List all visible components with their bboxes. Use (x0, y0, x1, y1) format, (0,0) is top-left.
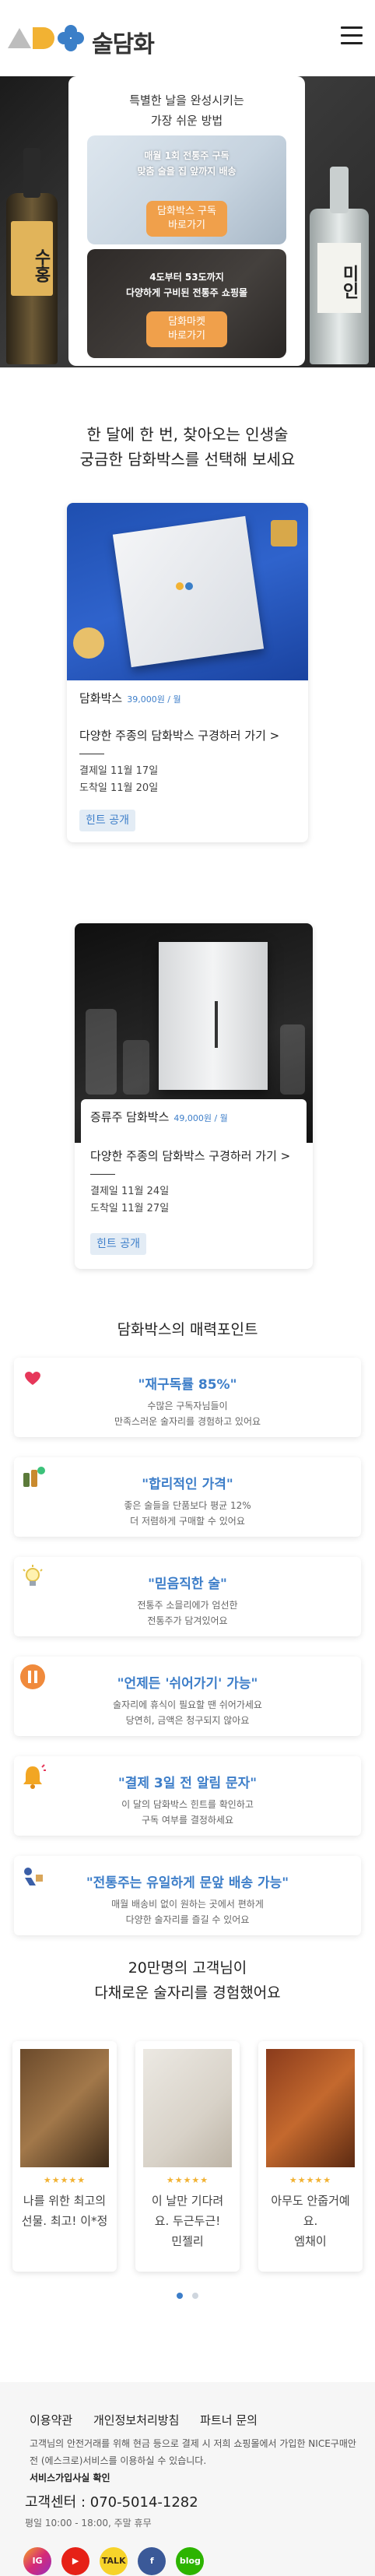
privacy-link[interactable]: 개인정보처리방침 (93, 2413, 179, 2427)
product-dates: 결제일 11월 17일 도착일 11월 20일 (79, 765, 159, 794)
review-text: 아무도 안줍거예 요. 엠채이 (271, 2194, 350, 2248)
review-card[interactable]: ★★★★★ 나를 위한 최고의 선물. 최고! 이*정 (12, 2041, 117, 2272)
kakaotalk-icon[interactable]: TALK (100, 2547, 128, 2575)
review-card[interactable]: ★★★★★ 아무도 안줍거예 요. 엠채이 (258, 2041, 363, 2272)
logo-text: 술담화 (92, 31, 155, 58)
hero-title: 특별한 날을 완성시키는 가장 쉬운 방법 (129, 93, 244, 128)
site-footer: 이용약관 개인정보처리방침 파트너 문의 고객님의 안전거래를 위해 현금 등으… (0, 2382, 375, 2576)
hint-button[interactable]: 힌트 공개 (79, 810, 135, 831)
footer-escrow-text: 고객님의 안전거래를 위해 현금 등으로 결제 시 저희 쇼핑몰에서 가입한 N… (30, 2438, 356, 2483)
review-image (20, 2049, 109, 2167)
product-card-distilled[interactable]: 증류주 담화박스 49,000원 / 월 다양한 주종의 담화박스 구경하러 가기… (75, 923, 313, 1269)
product-price: 49,000원 / 월 (173, 1113, 228, 1123)
promo-market-line1: 4도부터 53도까지 (149, 272, 224, 283)
site-header: 술담화 (0, 0, 375, 76)
point-card: "합리적인 가격" 좋은 술들을 단품보다 평균 12% 더 저렴하게 구매할 수… (14, 1457, 361, 1537)
logo-triangle-icon (8, 28, 31, 48)
promo-market-line2: 다양하게 구비된 전통주 쇼핑몰 (125, 287, 248, 298)
product-name: 담화박스 39,000원 / 월 (79, 691, 181, 705)
subscribe-section-title: 한 달에 한 번, 찾아오는 인생술 궁금한 담화박스를 선택해 보세요 (79, 425, 296, 469)
promo-subscribe-line1: 매월 1회 전통주 구독 (144, 150, 230, 161)
naver-blog-icon[interactable]: blog (176, 2547, 205, 2575)
product-card-damhwa[interactable]: 담화박스 39,000원 / 월 다양한 주종의 담화박스 구경하러 가기 > 결… (67, 503, 308, 842)
bottle-left-label: 수홍 (11, 221, 53, 296)
carousel-dots (0, 2287, 375, 2302)
carousel-dot[interactable] (191, 2293, 198, 2299)
hero-card: 특별한 날을 완성시키는 가장 쉬운 방법 매월 1회 전통주 구독 맞춤 술을… (68, 76, 305, 366)
promo-market[interactable]: 4도부터 53도까지 다양하게 구비된 전통주 쇼핑몰 담화마켓 바로가기 (87, 249, 286, 358)
hamburger-menu-icon[interactable] (341, 26, 363, 45)
point-card: "결제 3일 전 알림 문자" 이 달의 담화박스 힌트를 확인하고 구독 여부를… (14, 1756, 361, 1836)
bottle-right-image: 미인 (310, 167, 369, 364)
product-detail-link[interactable]: 다양한 주종의 담화박스 구경하러 가기 > (90, 1147, 290, 1164)
partner-link[interactable]: 파트너 문의 (200, 2413, 258, 2427)
product-dates: 결제일 11월 24일 도착일 11월 27일 (90, 1186, 170, 1214)
reviews-section-title: 20만명의 고객님이 다채로운 술자리를 경험했어요 (94, 1959, 281, 2001)
review-text: 이 날만 기다려 요. 두근두근! 민젤리 (151, 2194, 224, 2248)
review-image (266, 2049, 355, 2167)
rating-stars: ★★★★★ (166, 2175, 209, 2185)
logo-flower-icon (58, 25, 84, 51)
points-section-title: 담화박스의 매력포인트 (117, 1321, 258, 1338)
product-image-damhwa (67, 503, 308, 680)
social-links: IG ▶ TALK f blog (23, 2547, 210, 2575)
product-price: 39,000원 / 월 (127, 694, 181, 705)
escrow-confirm-link[interactable]: 서비스가입사실 확인 (30, 2472, 110, 2483)
rating-stars: ★★★★★ (43, 2175, 86, 2185)
point-card: "재구독률 85%" 수많은 구독자님들이 만족스러운 술자리를 경험하고 있어요 (14, 1358, 361, 1437)
promo-subscribe[interactable]: 매월 1회 전통주 구독 맞춤 술을 집 앞까지 배송 담화박스 구독 바로가기 (87, 135, 286, 244)
point-card: "믿음직한 술" 전통주 소믈리에가 엄선한 전통주가 담겨있어요 (14, 1557, 361, 1636)
logo-halfcircle-icon (33, 27, 54, 49)
point-card: "언제든 '쉬어가기' 가능" 술자리에 휴식이 필요할 땐 쉬어가세요 당연히,… (14, 1657, 361, 1736)
product-name: 증류주 담화박스 49,000원 / 월 (90, 1110, 228, 1124)
subscribe-button[interactable]: 담화박스 구독 바로가기 (146, 201, 227, 237)
hero-banner: 수홍 미인 특별한 날을 완성시키는 가장 쉬운 방법 매월 1회 전통주 구독… (0, 76, 375, 367)
instagram-icon[interactable]: IG (23, 2547, 51, 2575)
box-logo-icon (176, 578, 196, 598)
product-detail-link[interactable]: 다양한 주종의 담화박스 구경하러 가기 > (79, 727, 279, 743)
market-button[interactable]: 담화마켓 바로가기 (146, 311, 227, 347)
business-hours: 평일 10:00 - 18:00, 주말 휴무 (25, 2518, 152, 2529)
facebook-icon[interactable]: f (138, 2547, 166, 2575)
review-image (143, 2049, 232, 2167)
hint-button[interactable]: 힌트 공개 (90, 1233, 146, 1255)
customer-center: 고객센터 : 070-5014-1282 (25, 2494, 198, 2511)
terms-link[interactable]: 이용약관 (30, 2413, 72, 2427)
logo[interactable]: 술담화 (8, 20, 171, 58)
point-card: "전통주는 유일하게 문앞 배송 가능" 매월 배송비 없이 원하는 곳에서 편… (14, 1856, 361, 1935)
bottle-right-label: 미인 (317, 243, 361, 313)
divider (90, 1174, 115, 1175)
bottle-left-image: 수홍 (6, 148, 58, 364)
footer-links: 이용약관 개인정보처리방침 파트너 문의 (30, 2412, 275, 2428)
rating-stars: ★★★★★ (289, 2175, 332, 2185)
review-text: 나를 위한 최고의 선물. 최고! 이*정 (21, 2194, 108, 2228)
review-card[interactable]: ★★★★★ 이 날만 기다려 요. 두근두근! 민젤리 (135, 2041, 240, 2272)
carousel-dot-active[interactable] (177, 2293, 184, 2299)
youtube-icon[interactable]: ▶ (61, 2547, 90, 2575)
promo-subscribe-line2: 맞춤 술을 집 앞까지 배송 (137, 166, 237, 177)
